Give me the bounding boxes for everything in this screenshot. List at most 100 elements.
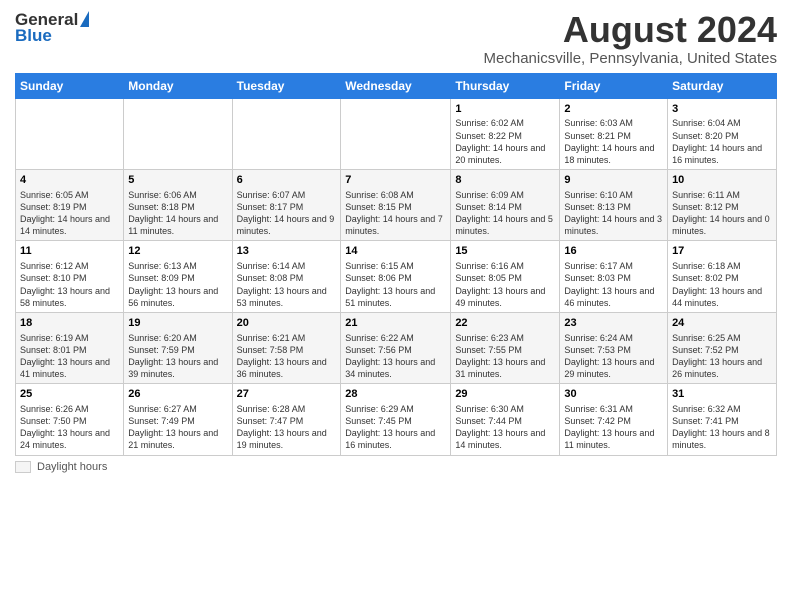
day-info: Sunrise: 6:20 AM Sunset: 7:59 PM Dayligh… <box>128 332 227 381</box>
day-info: Sunrise: 6:04 AM Sunset: 8:20 PM Dayligh… <box>672 117 772 166</box>
table-row: 30Sunrise: 6:31 AM Sunset: 7:42 PM Dayli… <box>560 384 668 455</box>
day-number: 3 <box>672 102 772 117</box>
table-row: 16Sunrise: 6:17 AM Sunset: 8:03 PM Dayli… <box>560 241 668 312</box>
table-row: 10Sunrise: 6:11 AM Sunset: 8:12 PM Dayli… <box>668 170 777 241</box>
table-row: 6Sunrise: 6:07 AM Sunset: 8:17 PM Daylig… <box>232 170 341 241</box>
day-number: 2 <box>564 102 663 117</box>
day-info: Sunrise: 6:12 AM Sunset: 8:10 PM Dayligh… <box>20 260 119 309</box>
footer-note: Daylight hours <box>15 461 777 473</box>
table-row: 25Sunrise: 6:26 AM Sunset: 7:50 PM Dayli… <box>16 384 124 455</box>
table-row: 15Sunrise: 6:16 AM Sunset: 8:05 PM Dayli… <box>451 241 560 312</box>
day-number: 25 <box>20 387 119 402</box>
table-row: 27Sunrise: 6:28 AM Sunset: 7:47 PM Dayli… <box>232 384 341 455</box>
day-info: Sunrise: 6:22 AM Sunset: 7:56 PM Dayligh… <box>345 332 446 381</box>
day-info: Sunrise: 6:11 AM Sunset: 8:12 PM Dayligh… <box>672 189 772 238</box>
calendar-week-2: 4Sunrise: 6:05 AM Sunset: 8:19 PM Daylig… <box>16 170 777 241</box>
day-number: 21 <box>345 316 446 331</box>
day-number: 23 <box>564 316 663 331</box>
day-info: Sunrise: 6:29 AM Sunset: 7:45 PM Dayligh… <box>345 403 446 452</box>
table-row: 31Sunrise: 6:32 AM Sunset: 7:41 PM Dayli… <box>668 384 777 455</box>
table-row: 11Sunrise: 6:12 AM Sunset: 8:10 PM Dayli… <box>16 241 124 312</box>
table-row: 19Sunrise: 6:20 AM Sunset: 7:59 PM Dayli… <box>124 312 232 383</box>
day-number: 18 <box>20 316 119 331</box>
header-saturday: Saturday <box>668 73 777 98</box>
day-number: 7 <box>345 173 446 188</box>
day-number: 29 <box>455 387 555 402</box>
header-tuesday: Tuesday <box>232 73 341 98</box>
day-number: 19 <box>128 316 227 331</box>
table-row: 12Sunrise: 6:13 AM Sunset: 8:09 PM Dayli… <box>124 241 232 312</box>
day-info: Sunrise: 6:26 AM Sunset: 7:50 PM Dayligh… <box>20 403 119 452</box>
day-info: Sunrise: 6:03 AM Sunset: 8:21 PM Dayligh… <box>564 117 663 166</box>
day-info: Sunrise: 6:16 AM Sunset: 8:05 PM Dayligh… <box>455 260 555 309</box>
table-row: 20Sunrise: 6:21 AM Sunset: 7:58 PM Dayli… <box>232 312 341 383</box>
day-info: Sunrise: 6:30 AM Sunset: 7:44 PM Dayligh… <box>455 403 555 452</box>
page-subtitle: Mechanicsville, Pennsylvania, United Sta… <box>484 50 777 67</box>
table-row <box>232 98 341 169</box>
day-number: 9 <box>564 173 663 188</box>
table-row: 13Sunrise: 6:14 AM Sunset: 8:08 PM Dayli… <box>232 241 341 312</box>
table-row: 5Sunrise: 6:06 AM Sunset: 8:18 PM Daylig… <box>124 170 232 241</box>
header: General Blue August 2024 Mechanicsville,… <box>15 10 777 67</box>
day-info: Sunrise: 6:08 AM Sunset: 8:15 PM Dayligh… <box>345 189 446 238</box>
table-row: 1Sunrise: 6:02 AM Sunset: 8:22 PM Daylig… <box>451 98 560 169</box>
day-number: 20 <box>237 316 337 331</box>
table-row: 22Sunrise: 6:23 AM Sunset: 7:55 PM Dayli… <box>451 312 560 383</box>
day-info: Sunrise: 6:18 AM Sunset: 8:02 PM Dayligh… <box>672 260 772 309</box>
table-row: 17Sunrise: 6:18 AM Sunset: 8:02 PM Dayli… <box>668 241 777 312</box>
table-row: 26Sunrise: 6:27 AM Sunset: 7:49 PM Dayli… <box>124 384 232 455</box>
table-row: 7Sunrise: 6:08 AM Sunset: 8:15 PM Daylig… <box>341 170 451 241</box>
table-row: 29Sunrise: 6:30 AM Sunset: 7:44 PM Dayli… <box>451 384 560 455</box>
day-info: Sunrise: 6:15 AM Sunset: 8:06 PM Dayligh… <box>345 260 446 309</box>
day-info: Sunrise: 6:21 AM Sunset: 7:58 PM Dayligh… <box>237 332 337 381</box>
logo-blue: Blue <box>15 26 52 46</box>
header-sunday: Sunday <box>16 73 124 98</box>
day-info: Sunrise: 6:27 AM Sunset: 7:49 PM Dayligh… <box>128 403 227 452</box>
table-row: 4Sunrise: 6:05 AM Sunset: 8:19 PM Daylig… <box>16 170 124 241</box>
calendar-week-1: 1Sunrise: 6:02 AM Sunset: 8:22 PM Daylig… <box>16 98 777 169</box>
header-friday: Friday <box>560 73 668 98</box>
day-number: 13 <box>237 244 337 259</box>
day-info: Sunrise: 6:05 AM Sunset: 8:19 PM Dayligh… <box>20 189 119 238</box>
table-row <box>341 98 451 169</box>
day-number: 10 <box>672 173 772 188</box>
table-row: 2Sunrise: 6:03 AM Sunset: 8:21 PM Daylig… <box>560 98 668 169</box>
header-monday: Monday <box>124 73 232 98</box>
table-row <box>16 98 124 169</box>
day-info: Sunrise: 6:28 AM Sunset: 7:47 PM Dayligh… <box>237 403 337 452</box>
day-info: Sunrise: 6:19 AM Sunset: 8:01 PM Dayligh… <box>20 332 119 381</box>
day-info: Sunrise: 6:06 AM Sunset: 8:18 PM Dayligh… <box>128 189 227 238</box>
day-info: Sunrise: 6:13 AM Sunset: 8:09 PM Dayligh… <box>128 260 227 309</box>
day-number: 11 <box>20 244 119 259</box>
day-info: Sunrise: 6:23 AM Sunset: 7:55 PM Dayligh… <box>455 332 555 381</box>
day-info: Sunrise: 6:02 AM Sunset: 8:22 PM Dayligh… <box>455 117 555 166</box>
day-number: 5 <box>128 173 227 188</box>
day-number: 28 <box>345 387 446 402</box>
calendar-week-3: 11Sunrise: 6:12 AM Sunset: 8:10 PM Dayli… <box>16 241 777 312</box>
day-info: Sunrise: 6:31 AM Sunset: 7:42 PM Dayligh… <box>564 403 663 452</box>
table-row: 24Sunrise: 6:25 AM Sunset: 7:52 PM Dayli… <box>668 312 777 383</box>
day-number: 12 <box>128 244 227 259</box>
logo: General Blue <box>15 10 89 46</box>
day-info: Sunrise: 6:24 AM Sunset: 7:53 PM Dayligh… <box>564 332 663 381</box>
table-row: 9Sunrise: 6:10 AM Sunset: 8:13 PM Daylig… <box>560 170 668 241</box>
table-row: 8Sunrise: 6:09 AM Sunset: 8:14 PM Daylig… <box>451 170 560 241</box>
table-row: 28Sunrise: 6:29 AM Sunset: 7:45 PM Dayli… <box>341 384 451 455</box>
day-info: Sunrise: 6:32 AM Sunset: 7:41 PM Dayligh… <box>672 403 772 452</box>
day-info: Sunrise: 6:07 AM Sunset: 8:17 PM Dayligh… <box>237 189 337 238</box>
table-row: 21Sunrise: 6:22 AM Sunset: 7:56 PM Dayli… <box>341 312 451 383</box>
day-number: 16 <box>564 244 663 259</box>
page-title: August 2024 <box>484 10 777 50</box>
calendar-table: Sunday Monday Tuesday Wednesday Thursday… <box>15 73 777 456</box>
day-number: 30 <box>564 387 663 402</box>
title-area: August 2024 Mechanicsville, Pennsylvania… <box>484 10 777 67</box>
day-info: Sunrise: 6:17 AM Sunset: 8:03 PM Dayligh… <box>564 260 663 309</box>
footer-label: Daylight hours <box>37 461 107 473</box>
day-number: 27 <box>237 387 337 402</box>
table-row: 18Sunrise: 6:19 AM Sunset: 8:01 PM Dayli… <box>16 312 124 383</box>
calendar-week-4: 18Sunrise: 6:19 AM Sunset: 8:01 PM Dayli… <box>16 312 777 383</box>
day-number: 26 <box>128 387 227 402</box>
logo-triangle <box>80 11 89 27</box>
header-thursday: Thursday <box>451 73 560 98</box>
day-info: Sunrise: 6:10 AM Sunset: 8:13 PM Dayligh… <box>564 189 663 238</box>
